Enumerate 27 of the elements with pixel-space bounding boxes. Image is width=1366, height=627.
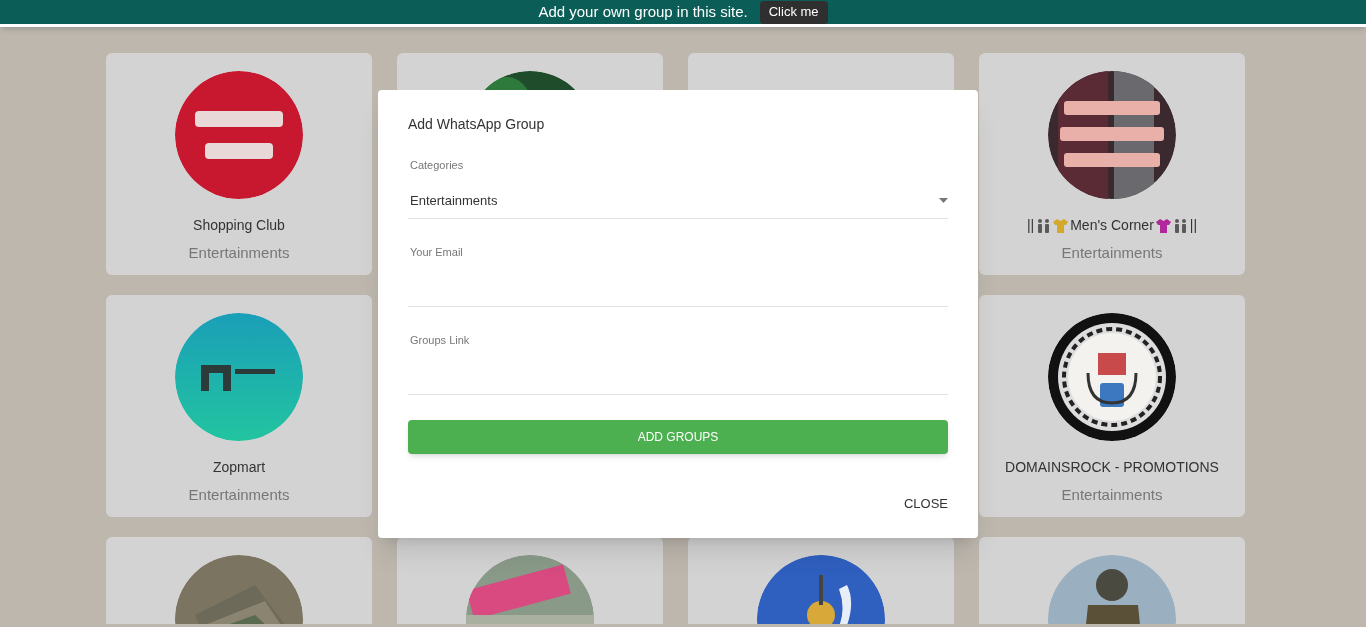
shirt-icon <box>1155 218 1171 233</box>
group-card[interactable]: Zopmart Entertainments <box>106 295 372 517</box>
group-card[interactable]: || Men's Corner || Entertainments <box>979 53 1245 275</box>
group-name: DOMAINSROCK - PROMOTIONS <box>1005 458 1219 477</box>
group-name: || <box>1189 216 1198 235</box>
banner-text: Add your own group in this site. <box>538 1 748 22</box>
field-label: Your Email <box>409 245 464 259</box>
field-label: Groups Link <box>409 333 471 347</box>
group-category: Entertainments <box>1061 485 1163 505</box>
group-name: || <box>1026 216 1035 235</box>
group-name: Zopmart <box>212 458 266 477</box>
caret-icon <box>939 198 948 203</box>
group-category: Entertainments <box>188 485 290 505</box>
people-icon <box>1172 218 1188 233</box>
people-icon <box>1036 218 1052 233</box>
category-select[interactable]: Entertainments <box>408 183 948 219</box>
close-button[interactable]: CLOSE <box>903 494 948 512</box>
click-me-button[interactable]: Click me <box>759 0 828 24</box>
field-label: Categories <box>409 158 465 172</box>
group-card[interactable]: DOMAINSROCK - PROMOTIONS Entertainments <box>979 295 1245 517</box>
group-category: Entertainments <box>1061 243 1163 263</box>
dialog-title: Add WhatsApp Group <box>408 115 546 134</box>
group-category: Entertainments <box>188 243 290 263</box>
group-name: Men's Corner <box>1070 216 1154 235</box>
group-card[interactable]: Shopping Club Entertainments <box>106 53 372 275</box>
shirt-icon <box>1053 218 1069 233</box>
group-name: Shopping Club <box>193 216 285 235</box>
